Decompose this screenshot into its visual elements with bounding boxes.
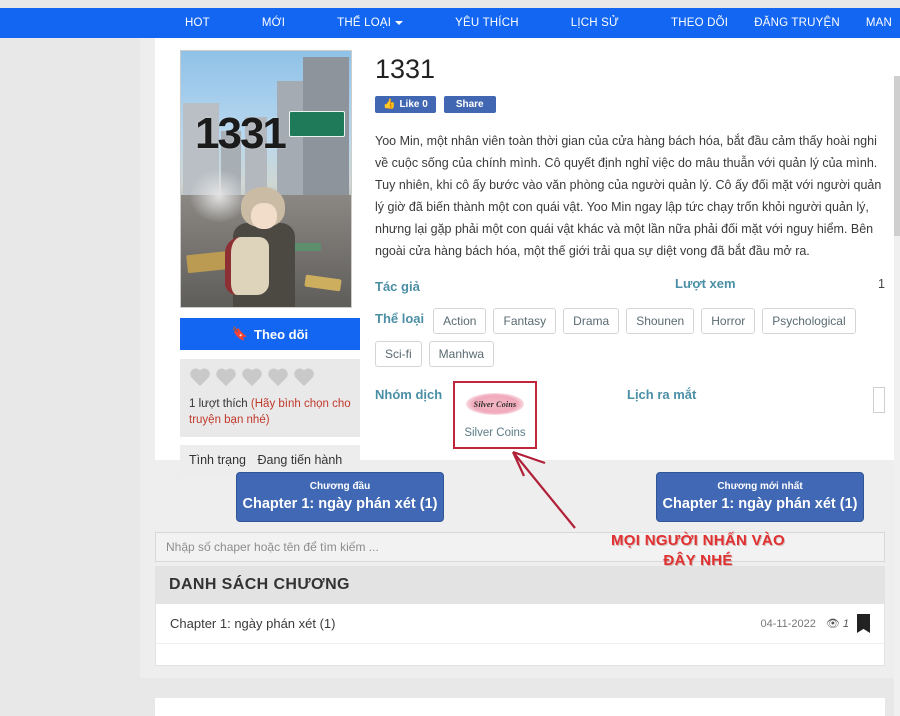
heart-icon[interactable] <box>241 369 263 389</box>
main-navigation: HOT MỚI THỂ LOẠI YÊU THÍCH LỊCH SỬ THEO … <box>0 8 900 38</box>
views-value: 1 <box>878 277 885 291</box>
comic-description: Yoo Min, một nhân viên toàn thời gian củ… <box>375 130 885 262</box>
heart-icon[interactable] <box>215 369 237 389</box>
latest-chapter-button[interactable]: Chương mới nhất Chapter 1: ngày phán xét… <box>656 472 864 522</box>
facebook-like-button[interactable]: 👍 Like 0 <box>375 96 436 113</box>
comic-sidebar: 1331 🔖 Theo dõi 1 lượt thích (Hãy bình c… <box>180 50 360 475</box>
bookmark-icon: 🔖 <box>232 326 248 342</box>
chapter-list-body: Chapter 1: ngày phán xét (1) 04-11-2022 … <box>155 604 885 666</box>
schedule-label: Lịch ra mắt <box>627 387 696 402</box>
nav-item-lich-su[interactable]: LỊCH SỬ <box>571 17 619 29</box>
chapter-list-heading: DANH SÁCH CHƯƠNG <box>155 566 885 604</box>
first-chapter-button[interactable]: Chương đầu Chapter 1: ngày phán xét (1) <box>236 472 444 522</box>
translation-group-card[interactable]: Silver Coins Silver Coins <box>453 381 537 449</box>
chapter-date: 04-11-2022 <box>760 618 815 630</box>
thumbs-up-icon: 👍 <box>383 99 395 110</box>
status-box: Tình trạng Đang tiến hành <box>180 445 360 475</box>
chapter-views-count: 1 <box>843 618 849 630</box>
schedule-wrap: Lịch ra mắt <box>537 381 885 413</box>
bottom-strip <box>155 668 885 674</box>
bottom-card <box>155 698 885 716</box>
cover-street-sign <box>289 111 345 137</box>
chapter-name-link[interactable]: Chapter 1: ngày phán xét (1) <box>170 616 760 631</box>
chevron-down-icon <box>395 21 403 25</box>
heart-icon[interactable] <box>189 369 211 389</box>
annotation-line-2: ĐÂY NHÉ <box>573 551 823 571</box>
facebook-like-label: Like 0 <box>399 99 427 110</box>
author-label: Tác giả <box>375 276 675 298</box>
nav-item-theo-doi[interactable]: THEO DÕI <box>671 17 728 29</box>
silver-coins-logo-text: Silver Coins <box>474 400 517 409</box>
follow-button-label: Theo dõi <box>254 327 308 342</box>
schedule-value-box <box>873 387 885 413</box>
nav-item-the-loai[interactable]: THỂ LOẠI <box>337 17 403 29</box>
genre-tag-shounen[interactable]: Shounen <box>626 308 694 334</box>
first-chapter-label: Chapter 1: ngày phán xét (1) <box>243 494 438 514</box>
views-label: Lượt xem <box>675 276 878 291</box>
page-container: 1331 🔖 Theo dõi 1 lượt thích (Hãy bình c… <box>140 38 900 678</box>
genre-tag-horror[interactable]: Horror <box>701 308 755 334</box>
translation-group-name: Silver Coins <box>459 427 531 439</box>
status-value: Đang tiến hành <box>257 453 342 467</box>
page-scrollbar[interactable] <box>894 76 900 716</box>
heart-icon[interactable] <box>267 369 289 389</box>
follow-button[interactable]: 🔖 Theo dõi <box>180 318 360 350</box>
scrollbar-thumb[interactable] <box>894 76 900 236</box>
annotation-line-1: MỌI NGƯỜI NHẤN VÀO <box>573 531 823 551</box>
social-buttons: 👍 Like 0 Share <box>375 96 885 113</box>
comic-detail: 1331 👍 Like 0 Share Yoo Min, một nhân vi… <box>375 52 885 449</box>
latest-chapter-label: Chapter 1: ngày phán xét (1) <box>663 494 858 514</box>
rating-box: 1 lượt thích (Hãy bình chọn cho truyện b… <box>180 359 360 437</box>
like-count: 1 lượt thích <box>189 398 248 410</box>
cover-character-face <box>251 203 277 229</box>
like-summary: 1 lượt thích (Hãy bình chọn cho truyện b… <box>189 396 351 428</box>
cover-image: 1331 <box>180 50 352 308</box>
comic-info-card: 1331 🔖 Theo dõi 1 lượt thích (Hãy bình c… <box>155 38 900 460</box>
genre-tag-drama[interactable]: Drama <box>563 308 619 334</box>
nav-item-dang-truyen[interactable]: ĐĂNG TRUYỆN <box>754 17 840 29</box>
nav-item-hot[interactable]: HOT <box>185 17 210 29</box>
heart-icon[interactable] <box>293 369 315 389</box>
first-chapter-sublabel: Chương đầu <box>310 480 370 494</box>
nav-item-the-loai-label: THỂ LOẠI <box>337 17 391 29</box>
nav-item-yeu-thich[interactable]: YÊU THÍCH <box>455 17 519 29</box>
rating-hearts[interactable] <box>189 369 351 389</box>
genres-row: Thể loại Action Fantasy Drama Shounen Ho… <box>375 308 885 367</box>
eye-icon: 👁 <box>826 617 840 630</box>
genre-tag-scifi[interactable]: Sci-fi <box>375 341 422 367</box>
genre-tag-action[interactable]: Action <box>433 308 486 334</box>
chapter-nav-buttons: Chương đầu Chapter 1: ngày phán xét (1) … <box>140 472 900 524</box>
translation-group-row: Nhóm dịch Silver Coins Silver Coins Lịch… <box>375 381 885 449</box>
page-title: 1331 <box>375 52 885 86</box>
latest-chapter-sublabel: Chương mới nhất <box>717 480 802 494</box>
cover-smoke <box>189 169 249 223</box>
table-row[interactable]: Chapter 1: ngày phán xét (1) 04-11-2022 … <box>156 604 884 644</box>
annotation-text: MỌI NGƯỜI NHẤN VÀO ĐÂY NHÉ <box>573 531 823 571</box>
genre-tag-psychological[interactable]: Psychological <box>762 308 855 334</box>
views-wrap: Lượt xem 1 <box>675 276 885 291</box>
cover-title-text: 1331 <box>195 109 285 159</box>
bookmark-icon[interactable] <box>857 614 870 633</box>
cover-debris <box>293 243 321 251</box>
genres-label: Thể loại <box>375 308 424 330</box>
silver-coins-logo-icon: Silver Coins <box>466 393 524 415</box>
nav-item-man[interactable]: MAN <box>866 17 892 29</box>
genre-tag-manhwa[interactable]: Manhwa <box>429 341 494 367</box>
cover-character-backpack <box>225 237 269 295</box>
translation-group-label: Nhóm dịch <box>375 381 453 402</box>
chapter-views: 👁 1 <box>826 617 849 630</box>
genre-tag-fantasy[interactable]: Fantasy <box>493 308 556 334</box>
author-views-row: Tác giả Lượt xem 1 <box>375 276 885 298</box>
nav-item-moi[interactable]: MỚI <box>262 17 285 29</box>
facebook-share-button[interactable]: Share <box>444 96 496 113</box>
status-label: Tình trạng <box>189 453 246 467</box>
